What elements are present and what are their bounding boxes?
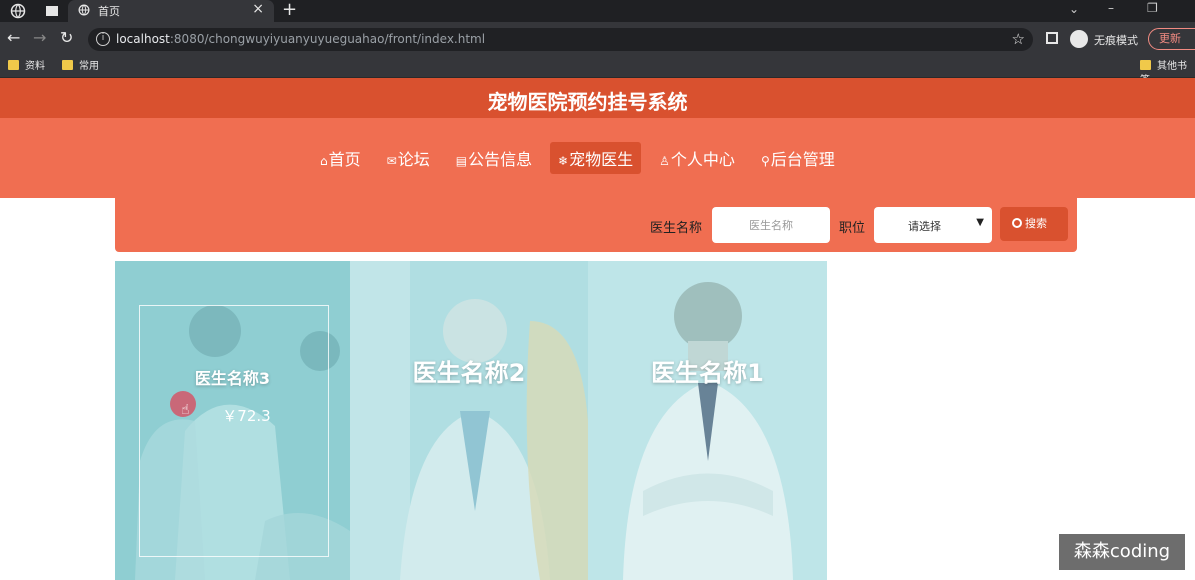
main-nav: ⌂首页 ✉论坛 ▤公告信息 ❄宠物医生 ♙个人中心 ⚲后台管理 xyxy=(0,118,1195,198)
reload-icon[interactable]: ↻ xyxy=(60,29,73,47)
user-icon: ♙ xyxy=(659,154,670,168)
doctor-name: 医生名称1 xyxy=(651,359,764,387)
notice-icon: ▤ xyxy=(455,154,468,168)
browser-tab-bar: 首页 × + ⌄ – ❐ xyxy=(0,0,1195,22)
doctor-name-label: 医生名称 xyxy=(650,221,703,236)
url-text: localhost:8080/chongwuyiyuanyuyueguahao/… xyxy=(116,32,485,46)
position-select-value: 请选择 xyxy=(908,220,941,233)
search-bar: 医生名称 职位 请选择 ▼ 搜索 xyxy=(115,198,1077,252)
nav-forum[interactable]: ✉论坛 xyxy=(379,142,438,174)
restore-icon[interactable]: ❐ xyxy=(1147,1,1158,15)
doctor-photo xyxy=(350,261,588,580)
globe-icon xyxy=(78,4,90,16)
home-icon: ⌂ xyxy=(320,154,328,168)
nav-personal-center[interactable]: ♙个人中心 xyxy=(651,142,743,174)
position-label: 职位 xyxy=(839,221,866,236)
site-info-icon[interactable]: i xyxy=(96,32,110,46)
new-tab-icon[interactable]: + xyxy=(282,0,297,20)
mail-icon: ✉ xyxy=(386,154,397,168)
update-button[interactable]: 更新 xyxy=(1148,28,1195,50)
nav-pet-doctors[interactable]: ❄宠物医生 xyxy=(550,142,642,174)
doctor-price: ￥72.3 xyxy=(222,407,271,425)
nav-label: 个人中心 xyxy=(670,150,735,169)
hand-cursor-icon: ☝ xyxy=(181,402,190,418)
browser-toolbar: ← → ↻ i localhost:8080/chongwuyiyuanyuyu… xyxy=(0,22,1195,56)
nav-label: 公告信息 xyxy=(468,150,533,169)
folder-icon xyxy=(8,60,19,70)
page-content: 宠物医院预约挂号系统 ⌂首页 ✉论坛 ▤公告信息 ❄宠物医生 ♙个人中心 ⚲后台… xyxy=(0,78,1195,580)
bookmark-star-icon[interactable]: ☆ xyxy=(1012,30,1025,48)
address-bar[interactable]: i localhost:8080/chongwuyiyuanyuyueguaha… xyxy=(88,28,1033,51)
doctor-card-list: 医生名称3 ￥72.3 ☝ 医生名称2 医生名称1 xyxy=(115,261,827,580)
bookmarks-bar: 资料 常用 其他书签 xyxy=(0,56,1195,86)
search-button[interactable]: 搜索 xyxy=(1000,207,1068,241)
browser-tab-active[interactable]: 首页 × xyxy=(68,0,274,22)
doctor-photo xyxy=(588,261,827,580)
search-button-label: 搜索 xyxy=(1025,217,1047,230)
doctor-name: 医生名称3 xyxy=(194,369,271,388)
tab-title: 首页 xyxy=(98,5,120,18)
link-icon: ⚲ xyxy=(760,154,770,168)
position-select[interactable]: 请选择 ▼ xyxy=(874,207,992,243)
doctor-name-input[interactable] xyxy=(712,207,830,243)
doctor-card[interactable]: 医生名称2 xyxy=(350,261,588,580)
minimize-icon[interactable]: – xyxy=(1108,1,1114,15)
bookmark-label: 常用 xyxy=(79,61,99,72)
site-title: 宠物医院预约挂号系统 xyxy=(487,90,688,114)
side-panel-icon[interactable] xyxy=(1046,32,1058,44)
search-icon xyxy=(1012,218,1022,228)
nav-label: 宠物医生 xyxy=(569,150,634,169)
doctor-card[interactable]: 医生名称3 ￥72.3 ☝ xyxy=(115,261,350,580)
tab-search-icon[interactable] xyxy=(44,3,60,19)
watermark: 森森coding xyxy=(1059,534,1185,570)
nav-list: ⌂首页 ✉论坛 ▤公告信息 ❄宠物医生 ♙个人中心 ⚲后台管理 xyxy=(312,142,843,174)
bookmark-folder-ziliao[interactable]: 资料 xyxy=(8,60,45,74)
incognito-icon[interactable] xyxy=(1070,30,1088,48)
hover-frame xyxy=(139,305,329,557)
snowflake-icon: ❄ xyxy=(558,154,569,168)
tab-close-icon[interactable]: × xyxy=(252,1,264,17)
nav-home[interactable]: ⌂首页 xyxy=(312,142,369,174)
url-path: :8080/chongwuyiyuanyuyueguahao/front/ind… xyxy=(169,32,486,46)
tab-list-icon[interactable]: ⌄ xyxy=(1069,2,1079,16)
chevron-down-icon: ▼ xyxy=(976,217,984,228)
forward-icon[interactable]: → xyxy=(33,29,46,47)
doctor-name: 医生名称2 xyxy=(412,359,526,387)
site-header: 宠物医院预约挂号系统 xyxy=(0,78,1195,118)
folder-icon xyxy=(62,60,73,70)
chrome-menu-icon[interactable] xyxy=(10,3,26,19)
url-host: localhost xyxy=(116,32,170,46)
doctor-card[interactable]: 医生名称1 xyxy=(588,261,827,580)
bookmark-folder-changyong[interactable]: 常用 xyxy=(62,60,99,74)
nav-admin[interactable]: ⚲后台管理 xyxy=(753,142,843,174)
nav-label: 论坛 xyxy=(397,150,430,169)
folder-icon xyxy=(1140,60,1151,70)
bookmark-label: 资料 xyxy=(25,61,45,72)
nav-announcements[interactable]: ▤公告信息 xyxy=(448,142,540,174)
nav-label: 首页 xyxy=(328,150,361,169)
incognito-label: 无痕模式 xyxy=(1094,34,1138,47)
back-icon[interactable]: ← xyxy=(7,29,20,47)
nav-label: 后台管理 xyxy=(770,150,835,169)
